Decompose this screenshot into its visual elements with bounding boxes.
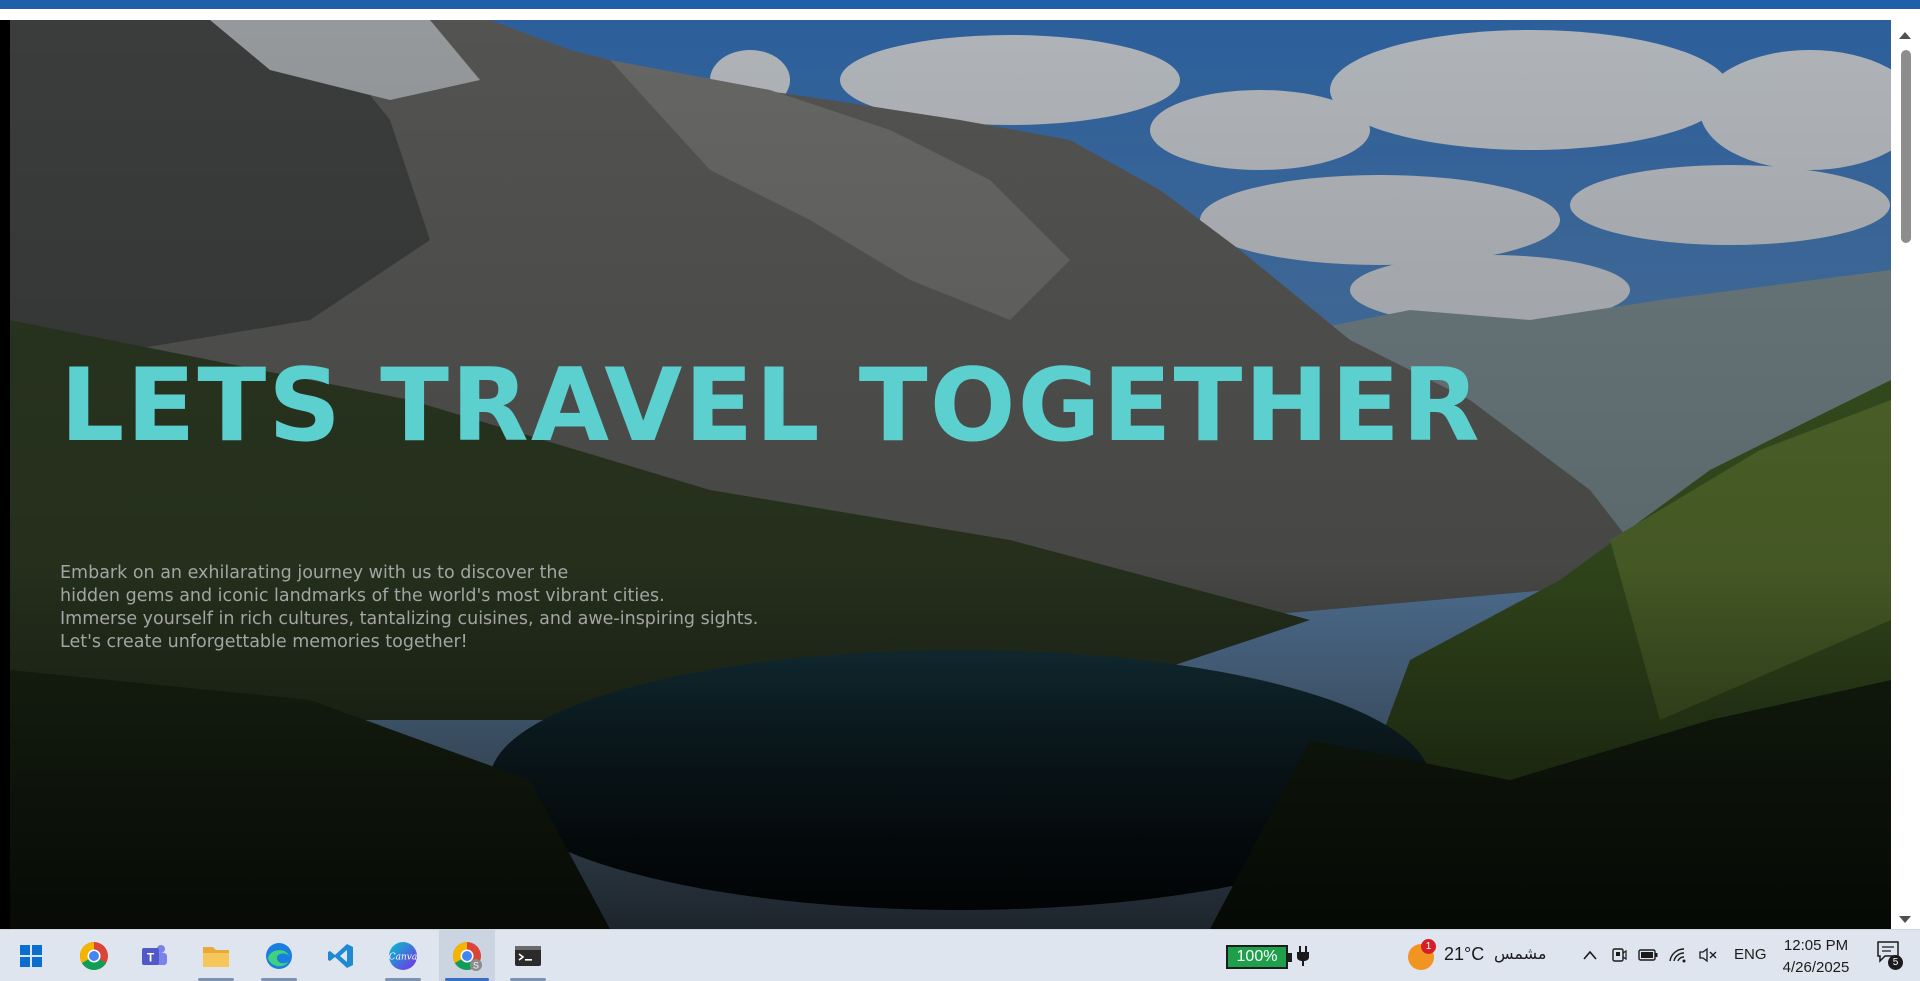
edge-taskbar-button[interactable] bbox=[253, 930, 305, 981]
vscode-taskbar-button[interactable] bbox=[315, 930, 367, 981]
charging-plug-icon bbox=[1296, 945, 1310, 971]
clock-date: 4/26/2025 bbox=[1782, 959, 1850, 976]
battery-indicator[interactable]: 100% bbox=[1226, 945, 1292, 969]
svg-text:T: T bbox=[147, 951, 155, 965]
notification-count-badge: 5 bbox=[1888, 955, 1903, 970]
chrome-taskbar-button[interactable] bbox=[68, 930, 120, 981]
show-hidden-icons-chevron-icon[interactable] bbox=[1580, 944, 1600, 966]
taskbar-clock[interactable]: 12:05 PM 4/26/2025 bbox=[1770, 935, 1862, 979]
canva-taskbar-button[interactable]: Canva bbox=[377, 930, 429, 981]
meet-now-camera-icon[interactable] bbox=[1609, 944, 1629, 966]
weather-alert-badge: 1 bbox=[1421, 939, 1436, 954]
file-explorer-taskbar-button[interactable] bbox=[190, 930, 242, 981]
terminal-taskbar-button[interactable] bbox=[502, 930, 554, 981]
wifi-icon[interactable] bbox=[1668, 944, 1688, 966]
browser-top-strip bbox=[0, 0, 1920, 9]
battery-tray-icon[interactable] bbox=[1638, 944, 1658, 966]
start-icon bbox=[20, 945, 42, 967]
hero-description-line: Immerse yourself in rich cultures, tanta… bbox=[60, 609, 759, 629]
terminal-icon bbox=[515, 946, 541, 966]
hero-background-image bbox=[10, 20, 1891, 929]
start-button[interactable] bbox=[8, 930, 54, 981]
scrollbar-thumb[interactable] bbox=[1901, 50, 1911, 243]
windows-taskbar: T Canva S 100% bbox=[0, 929, 1920, 981]
hero-title: LETS TRAVEL TOGETHER bbox=[60, 346, 1482, 464]
weather-condition[interactable]: مشمس bbox=[1494, 944, 1547, 963]
svg-text:S: S bbox=[473, 961, 479, 971]
input-language-indicator[interactable]: ENG bbox=[1734, 946, 1767, 963]
teams-icon: T bbox=[142, 945, 167, 965]
edge-icon bbox=[266, 943, 292, 969]
browser-top-edge bbox=[0, 9, 1920, 20]
hero-description-line: Embark on an exhilarating journey with u… bbox=[60, 563, 569, 583]
chrome-profile-taskbar-button[interactable]: S bbox=[439, 930, 495, 981]
weather-temperature[interactable]: 21°C bbox=[1444, 944, 1484, 965]
hero-description-line: Let's create unforgettable memories toge… bbox=[60, 632, 468, 652]
teams-taskbar-button[interactable]: T bbox=[128, 930, 180, 981]
chrome-profile-icon: S bbox=[453, 942, 482, 971]
hero-description-line: hidden gems and iconic landmarks of the … bbox=[60, 586, 665, 606]
page-viewport: LETS TRAVEL TOGETHER Embark on an exhila… bbox=[10, 20, 1891, 929]
file-explorer-icon bbox=[203, 947, 229, 967]
clock-time: 12:05 PM bbox=[1783, 937, 1849, 954]
scroll-down-arrow-icon[interactable] bbox=[1899, 916, 1911, 923]
svg-text:Canva: Canva bbox=[389, 953, 418, 963]
canva-icon: Canva bbox=[389, 942, 418, 970]
hero-description: Embark on an exhilarating journey with u… bbox=[60, 562, 820, 654]
vscode-icon bbox=[328, 944, 353, 968]
volume-muted-icon[interactable] bbox=[1698, 944, 1718, 966]
scroll-up-arrow-icon[interactable] bbox=[1899, 32, 1911, 39]
vertical-scrollbar[interactable] bbox=[1891, 20, 1920, 929]
chrome-icon bbox=[80, 942, 108, 970]
